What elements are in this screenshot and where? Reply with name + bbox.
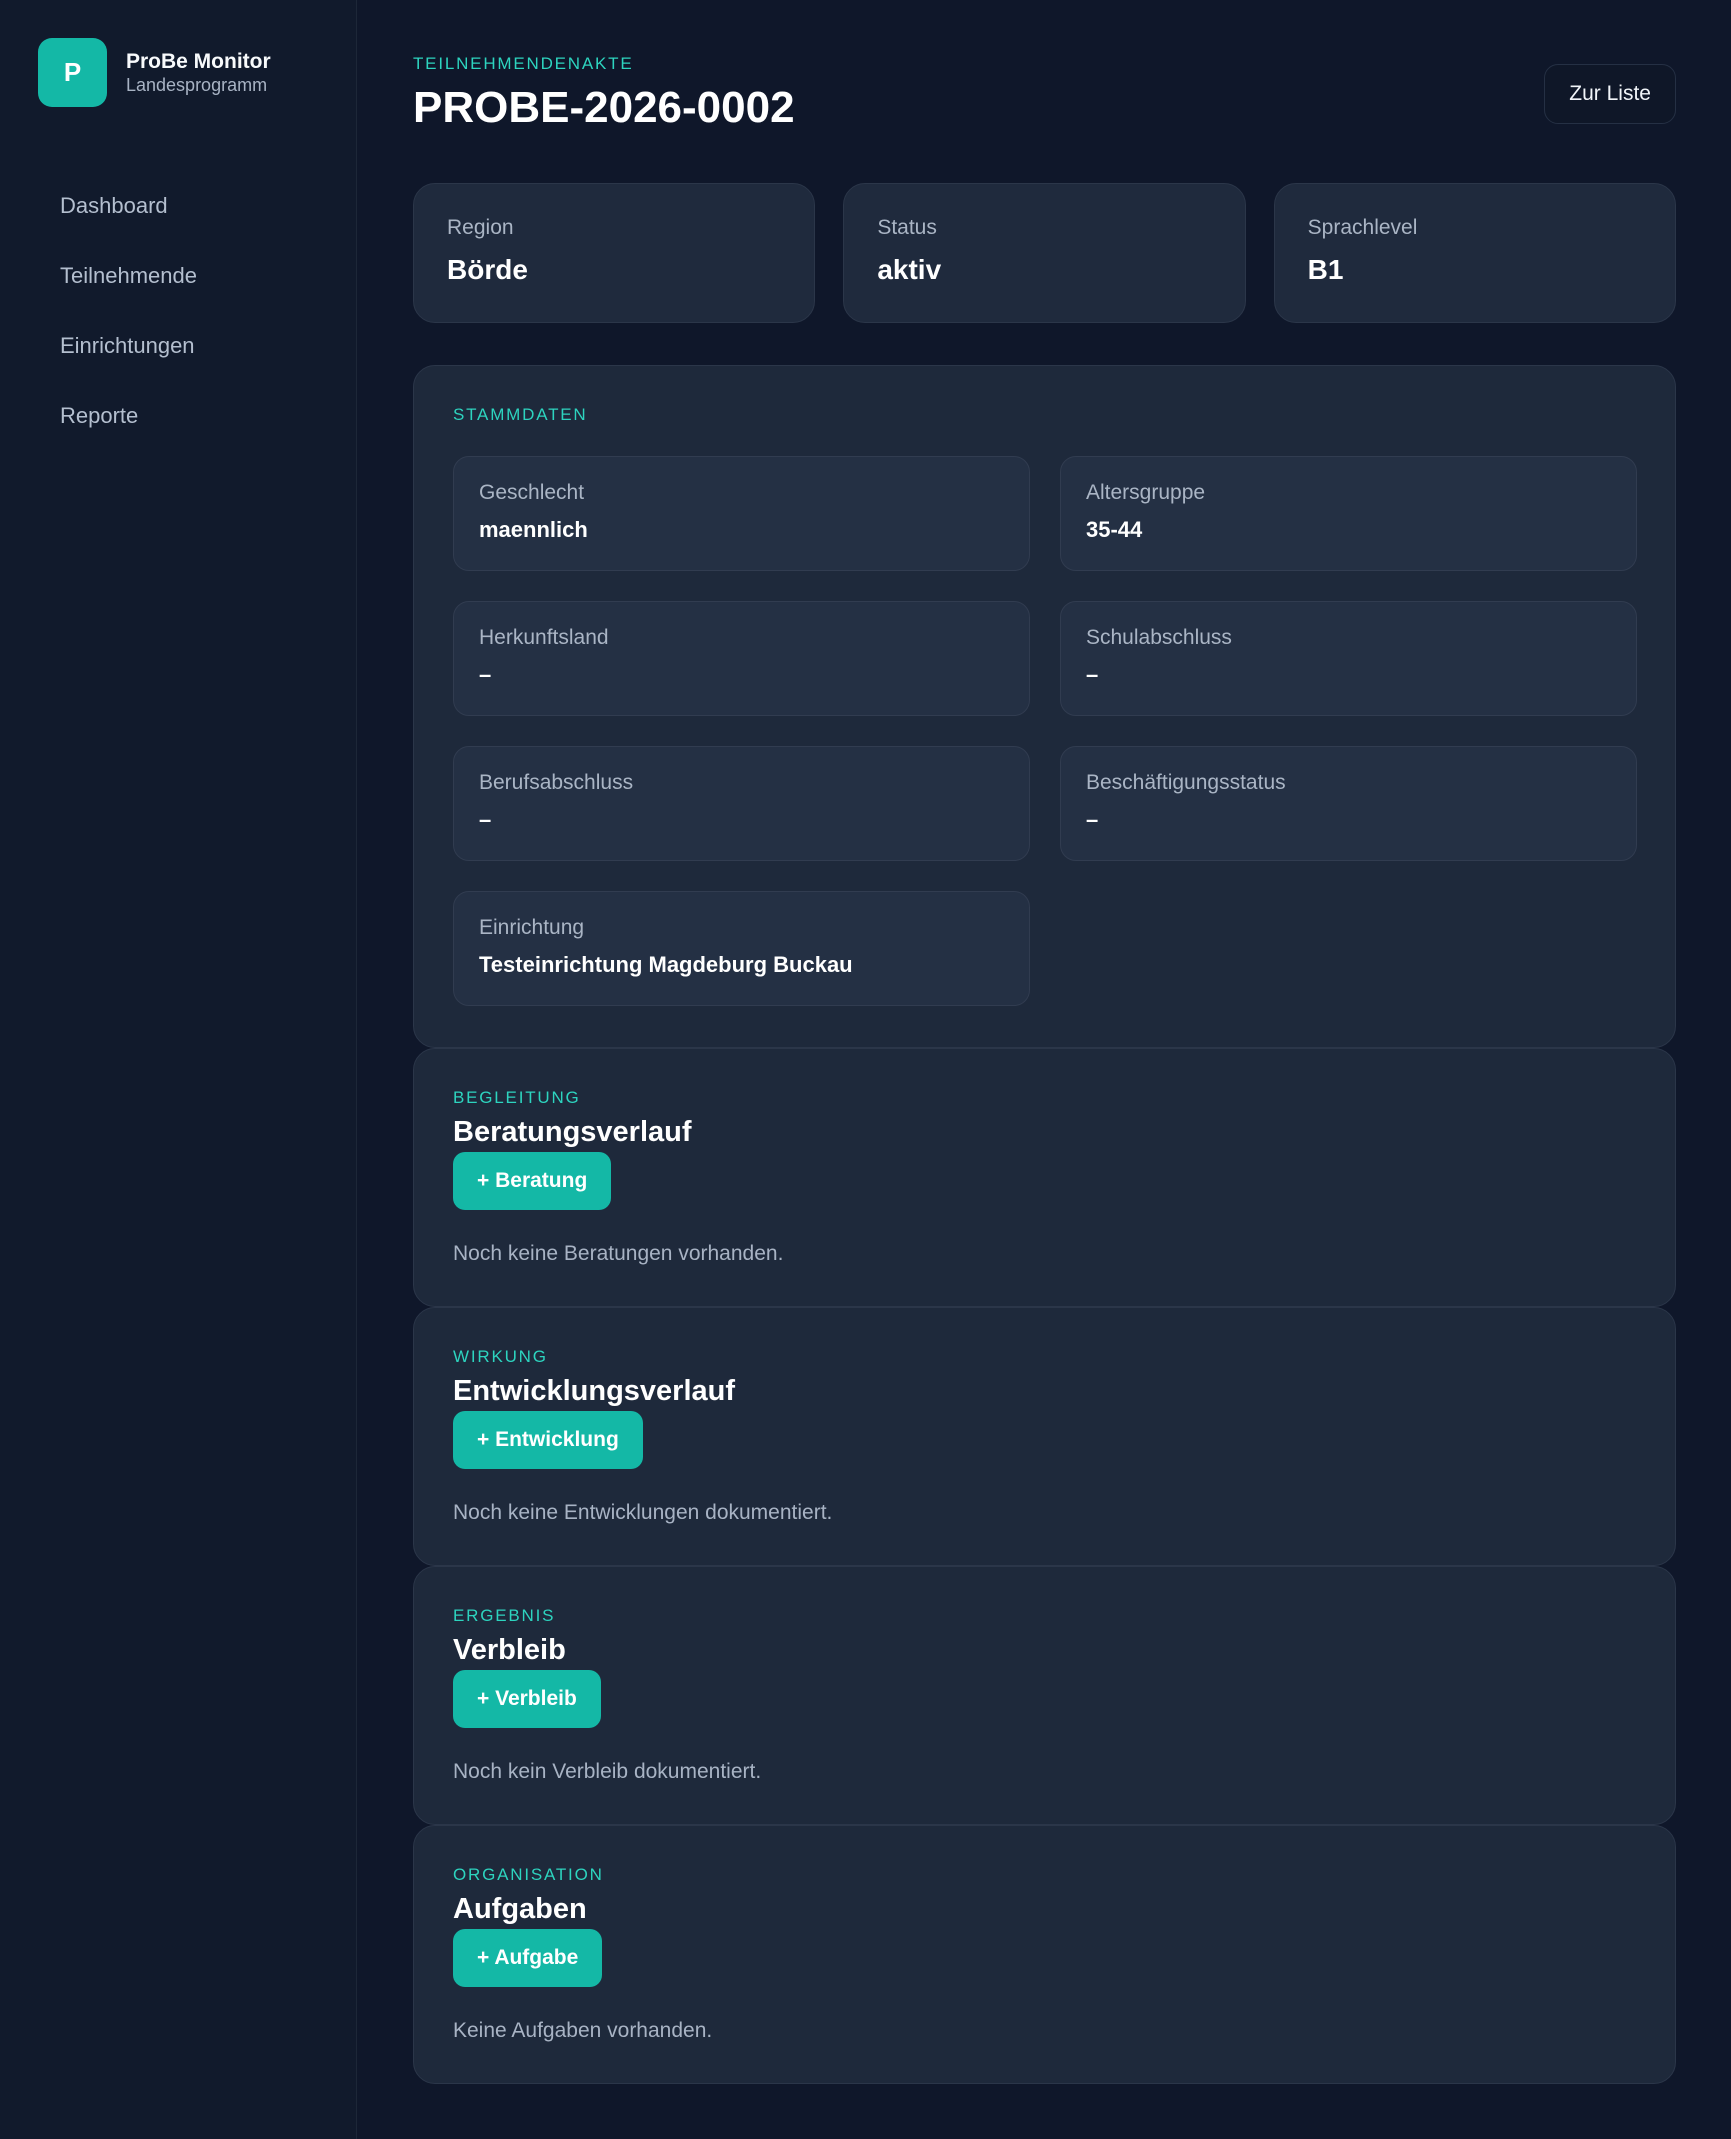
stat-value: B1 [1307, 254, 1344, 285]
brand-text: ProBe Monitor Landesprogramm [126, 50, 271, 96]
field-value: 35-44 [1086, 517, 1143, 542]
field-altersgruppe: Altersgruppe 35-44 [1060, 456, 1637, 571]
field-beschaeftigungsstatus: Beschäftigungsstatus – [1060, 746, 1637, 861]
field-value: – [1086, 807, 1099, 832]
stat-label: Status [877, 216, 937, 239]
field-herkunftsland: Herkunftsland – [453, 601, 1030, 716]
section-title: Verbleib [453, 1634, 566, 1666]
brand: P ProBe Monitor Landesprogramm [38, 38, 271, 107]
stat-label: Sprachlevel [1307, 216, 1418, 239]
add-aufgabe-button[interactable]: + Aufgabe [453, 1929, 603, 1987]
stat-value: aktiv [877, 254, 942, 285]
nav-item-reporte[interactable]: Reporte [60, 395, 197, 465]
app-logo: P [38, 38, 107, 107]
app-subtitle: Landesprogramm [126, 74, 268, 95]
field-berufsabschluss: Berufsabschluss – [453, 746, 1030, 861]
field-value: – [1086, 662, 1099, 687]
field-value: maennlich [479, 517, 588, 542]
add-entwicklung-button[interactable]: + Entwicklung [453, 1411, 643, 1469]
stat-cards: Region Börde Status aktiv Sprachlevel B1 [413, 183, 1676, 323]
field-schulabschluss: Schulabschluss – [1060, 601, 1637, 716]
section-eyebrow: WIRKUNG [453, 1347, 548, 1366]
stat-label: Region [447, 216, 514, 239]
sidebar-nav: Dashboard Teilnehmende Einrichtungen Rep… [60, 185, 197, 465]
field-label: Geschlecht [479, 481, 585, 504]
field-value: – [479, 807, 492, 832]
field-label: Altersgruppe [1086, 481, 1206, 504]
sidebar: P ProBe Monitor Landesprogramm Dashboard… [0, 0, 357, 2139]
section-eyebrow: BEGLEITUNG [453, 1088, 581, 1107]
back-to-list-button[interactable]: Zur Liste [1544, 64, 1676, 124]
stat-card-status: Status aktiv [843, 183, 1246, 323]
field-geschlecht: Geschlecht maennlich [453, 456, 1030, 571]
nav-item-einrichtungen[interactable]: Einrichtungen [60, 325, 197, 395]
beratungsverlauf-panel: BEGLEITUNG Beratungsverlauf + Beratung N… [413, 1048, 1676, 1307]
stammdaten-grid: Geschlecht maennlich Altersgruppe 35-44 … [453, 456, 1637, 1006]
empty-state-text: Noch kein Verbleib dokumentiert. [453, 1760, 762, 1783]
field-value: – [479, 662, 492, 687]
empty-state-text: Noch keine Beratungen vorhanden. [453, 1242, 784, 1265]
nav-item-teilnehmende[interactable]: Teilnehmende [60, 255, 197, 325]
section-eyebrow: ORGANISATION [453, 1865, 604, 1884]
stat-card-sprachlevel: Sprachlevel B1 [1273, 183, 1676, 323]
empty-state-text: Noch keine Entwicklungen dokumentiert. [453, 1501, 833, 1524]
field-label: Herkunftsland [479, 626, 609, 649]
field-einrichtung: Einrichtung Testeinrichtung Magdeburg Bu… [453, 891, 1030, 1006]
field-label: Einrichtung [479, 916, 585, 939]
field-label: Berufsabschluss [479, 771, 634, 794]
page-eyebrow: TEILNEHMENDENAKTE [413, 54, 634, 73]
stat-card-region: Region Börde [413, 183, 816, 323]
app-name: ProBe Monitor [126, 49, 271, 73]
empty-state-text: Keine Aufgaben vorhanden. [453, 2019, 713, 2042]
add-verbleib-button[interactable]: + Verbleib [453, 1670, 601, 1728]
section-eyebrow: STAMMDATEN [453, 405, 588, 424]
field-value: Testeinrichtung Magdeburg Buckau [479, 952, 853, 977]
field-label: Beschäftigungsstatus [1086, 771, 1286, 794]
stat-value: Börde [447, 254, 528, 285]
aufgaben-panel: ORGANISATION Aufgaben + Aufgabe Keine Au… [413, 1825, 1676, 2084]
nav-item-dashboard[interactable]: Dashboard [60, 185, 197, 255]
section-title: Beratungsverlauf [453, 1116, 692, 1148]
field-label: Schulabschluss [1086, 626, 1232, 649]
verbleib-panel: ERGEBNIS Verbleib + Verbleib Noch kein V… [413, 1566, 1676, 1825]
stammdaten-panel: STAMMDATEN Geschlecht maennlich Altersgr… [413, 365, 1676, 1048]
entwicklungsverlauf-panel: WIRKUNG Entwicklungsverlauf + Entwicklun… [413, 1307, 1676, 1566]
page-title: PROBE-2026-0002 [413, 83, 795, 132]
section-title: Entwicklungsverlauf [453, 1375, 736, 1407]
section-title: Aufgaben [453, 1893, 587, 1925]
section-eyebrow: ERGEBNIS [453, 1606, 556, 1625]
add-beratung-button[interactable]: + Beratung [453, 1152, 612, 1210]
